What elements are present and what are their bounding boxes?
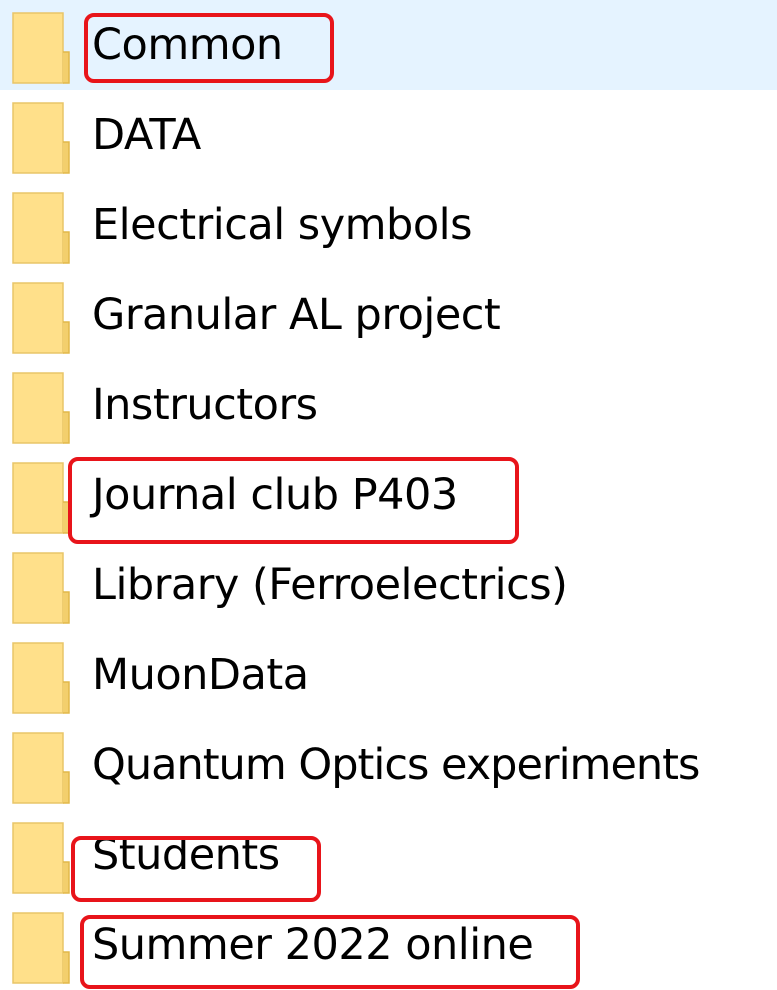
folder-item-instructors[interactable]: Instructors [0, 360, 777, 450]
folder-name: MuonData [92, 650, 309, 700]
folder-icon [12, 552, 70, 624]
folder-item-students[interactable]: Students [0, 810, 777, 900]
folder-icon [12, 912, 70, 984]
folder-name: Electrical symbols [92, 200, 473, 250]
folder-item-library-ferroelectrics[interactable]: Library (Ferroelectrics) [0, 540, 777, 630]
folder-name: DATA [92, 110, 201, 160]
folder-name: Journal club P403 [92, 470, 458, 520]
folder-icon [12, 12, 70, 84]
folder-icon [12, 192, 70, 264]
folder-item-summer-2022-online[interactable]: Summer 2022 online [0, 900, 777, 990]
folder-name: Students [92, 830, 280, 880]
folder-name: Instructors [92, 380, 318, 430]
folder-item-journal-club-p403[interactable]: Journal club P403 [0, 450, 777, 540]
folder-name: Quantum Optics experiments [92, 740, 700, 790]
folder-icon [12, 732, 70, 804]
folder-icon [12, 642, 70, 714]
folder-item-granular-al-project[interactable]: Granular AL project [0, 270, 777, 360]
folder-item-data[interactable]: DATA [0, 90, 777, 180]
folder-name: Summer 2022 online [92, 920, 534, 970]
folder-name: Granular AL project [92, 290, 501, 340]
folder-icon [12, 462, 70, 534]
folder-item-muondata[interactable]: MuonData [0, 630, 777, 720]
folder-item-electrical-symbols[interactable]: Electrical symbols [0, 180, 777, 270]
folder-item-quantum-optics-experiments[interactable]: Quantum Optics experiments [0, 720, 777, 810]
folder-icon [12, 102, 70, 174]
folder-item-common[interactable]: Common [0, 0, 777, 90]
folder-icon [12, 372, 70, 444]
folder-name: Library (Ferroelectrics) [92, 560, 568, 610]
folder-name: Common [92, 20, 283, 70]
folder-list: Common DATA Electrical symbols Granular … [0, 0, 777, 989]
folder-icon [12, 282, 70, 354]
folder-icon [12, 822, 70, 894]
